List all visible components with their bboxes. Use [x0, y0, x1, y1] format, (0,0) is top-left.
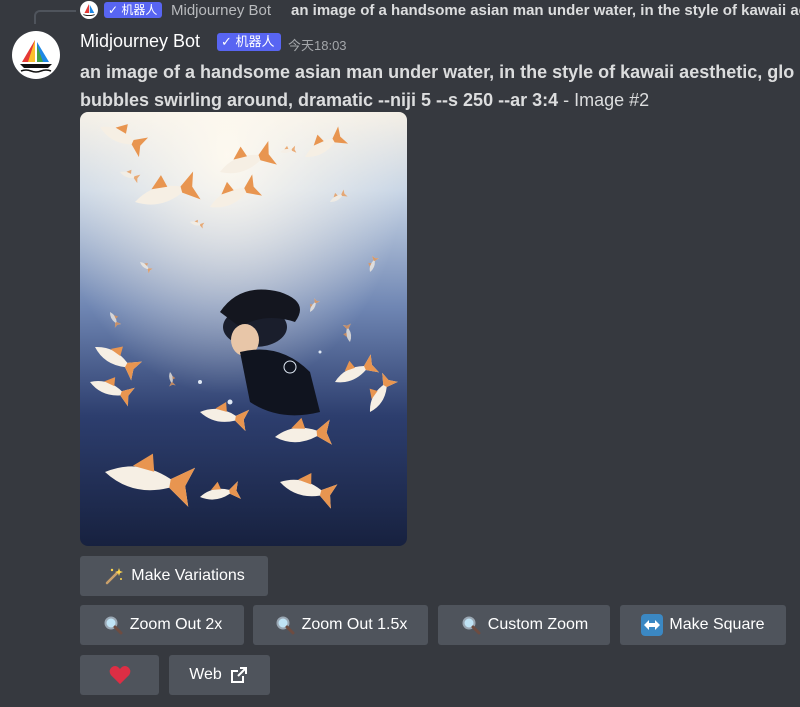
- make-variations-label: Make Variations: [131, 567, 245, 584]
- timestamp: 今天18:03: [288, 38, 347, 53]
- generated-image[interactable]: [80, 112, 407, 546]
- custom-zoom-button[interactable]: Custom Zoom: [438, 605, 610, 645]
- favorite-button[interactable]: [80, 655, 159, 695]
- web-label: Web: [189, 666, 222, 683]
- zoom-out-2x-label: Zoom Out 2x: [129, 616, 223, 633]
- prompt-line-1: an image of a handsome asian man under w…: [80, 62, 795, 82]
- avatar[interactable]: [12, 31, 60, 79]
- sailboat-logo-icon: [83, 4, 95, 16]
- reply-text[interactable]: an image of a handsome asian man under w…: [291, 2, 800, 19]
- left-right-arrow-icon: [641, 614, 664, 636]
- underwater-fish-illustration: [80, 112, 407, 546]
- reply-reference[interactable]: ✓ 机器人 Midjourney Bot an image of a hands…: [0, 0, 800, 24]
- magnifier-icon: [102, 614, 124, 636]
- reply-avatar[interactable]: [80, 1, 98, 19]
- make-square-label: Make Square: [669, 616, 765, 633]
- make-variations-button[interactable]: Make Variations: [80, 556, 268, 596]
- magnifier-icon: [460, 614, 482, 636]
- prompt-line-2: bubbles swirling around, dramatic --niji…: [80, 86, 800, 114]
- zoom-out-1-5x-label: Zoom Out 1.5x: [301, 616, 408, 633]
- image-number: - Image #2: [558, 90, 650, 110]
- bot-badge: ✓ 机器人: [217, 33, 281, 51]
- zoom-out-1-5x-button[interactable]: Zoom Out 1.5x: [253, 605, 428, 645]
- message-content: an image of a handsome asian man under w…: [80, 58, 800, 114]
- zoom-out-2x-button[interactable]: Zoom Out 2x: [80, 605, 244, 645]
- bot-badge: ✓ 机器人: [104, 2, 163, 18]
- reply-author[interactable]: Midjourney Bot: [171, 2, 271, 19]
- message-author[interactable]: Midjourney Bot: [80, 31, 200, 52]
- web-link-button[interactable]: Web: [169, 655, 270, 695]
- magnifier-icon: [274, 614, 296, 636]
- external-link-icon: [228, 664, 250, 686]
- custom-zoom-label: Custom Zoom: [487, 616, 589, 633]
- midjourney-sailboat-icon: [20, 40, 52, 73]
- reply-connector: [34, 10, 76, 24]
- heart-icon: [109, 664, 131, 686]
- make-square-button[interactable]: Make Square: [620, 605, 786, 645]
- magic-wand-icon: [103, 565, 125, 587]
- prompt-text: bubbles swirling around, dramatic --niji…: [80, 90, 559, 110]
